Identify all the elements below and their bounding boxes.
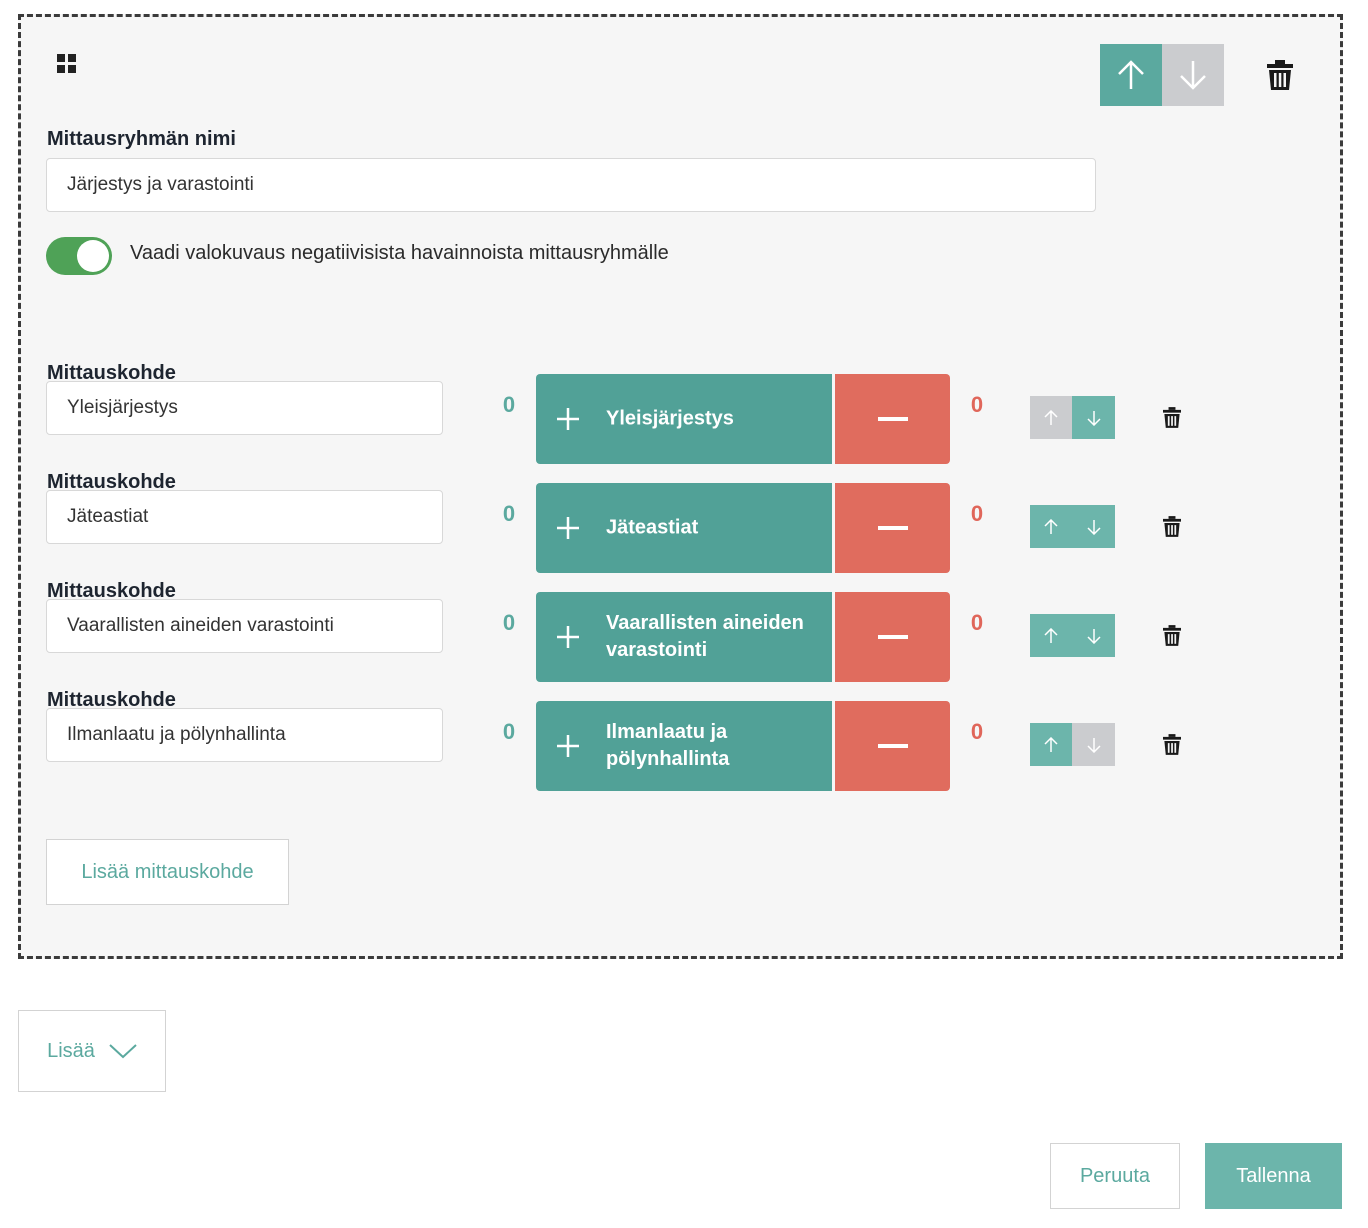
trash-icon	[1163, 407, 1181, 428]
measurement-item: Mittauskohde Jäteastiat 0 Jäteastiat 0	[21, 471, 1340, 580]
photo-required-toggle[interactable]	[46, 237, 112, 275]
minus-icon	[878, 526, 908, 530]
move-item-down-button[interactable]	[1072, 614, 1115, 657]
trash-icon	[1163, 625, 1181, 646]
item-reorder-buttons	[1030, 614, 1115, 657]
delete-item-button[interactable]	[1163, 516, 1181, 542]
add-dropdown-button[interactable]: Lisää	[18, 1010, 166, 1092]
arrow-down-icon	[1086, 519, 1101, 535]
positive-observation-button[interactable]: Yleisjärjestys	[536, 374, 832, 464]
move-item-down-button[interactable]	[1072, 505, 1115, 548]
arrow-up-icon	[1044, 627, 1058, 643]
positive-count: 0	[502, 610, 516, 635]
negative-count: 0	[970, 501, 984, 526]
positive-button-label: Yleisjärjestys	[606, 407, 734, 430]
group-name-label: Mittausryhmän nimi	[47, 128, 236, 150]
arrow-up-icon	[1044, 409, 1058, 425]
minus-icon	[878, 635, 908, 639]
add-button-label: Lisää	[47, 1039, 95, 1062]
measurement-group: Mittausryhmän nimi Järjestys ja varastoi…	[18, 14, 1343, 959]
group-name-input[interactable]: Järjestys ja varastointi	[46, 158, 1096, 212]
item-reorder-buttons	[1030, 505, 1115, 548]
item-name-input[interactable]: Yleisjärjestys	[46, 381, 443, 435]
arrow-up-icon	[1044, 736, 1058, 752]
move-item-up-button[interactable]	[1030, 723, 1072, 766]
delete-item-button[interactable]	[1163, 625, 1181, 651]
minus-icon	[878, 417, 908, 421]
group-reorder-buttons	[1100, 44, 1224, 106]
chevron-down-icon	[109, 1044, 137, 1059]
move-item-down-button[interactable]	[1072, 396, 1115, 439]
move-group-down-button[interactable]	[1162, 44, 1224, 106]
arrow-down-icon	[1086, 410, 1101, 426]
delete-item-button[interactable]	[1163, 407, 1181, 433]
arrow-down-icon	[1086, 737, 1101, 753]
trash-icon	[1163, 516, 1181, 537]
arrow-up-icon	[1118, 60, 1144, 89]
grid-drag-icon[interactable]	[57, 54, 77, 74]
plus-icon	[557, 517, 579, 539]
photo-required-label: Vaadi valokuvaus negatiivisista havainno…	[130, 242, 669, 264]
item-name-input[interactable]: Vaarallisten aineiden varastointi	[46, 599, 443, 653]
move-item-down-button[interactable]	[1072, 723, 1115, 766]
positive-count: 0	[502, 501, 516, 526]
measurement-item: Mittauskohde Vaarallisten aineiden varas…	[21, 580, 1340, 689]
negative-observation-button[interactable]	[835, 483, 950, 573]
positive-count: 0	[502, 392, 516, 417]
arrow-down-icon	[1180, 61, 1206, 90]
positive-button-label: Ilmanlaatu ja pölynhallinta	[606, 721, 730, 770]
arrow-down-icon	[1086, 628, 1101, 644]
negative-observation-button[interactable]	[835, 592, 950, 682]
positive-observation-button[interactable]: Ilmanlaatu ja pölynhallinta	[536, 701, 832, 791]
positive-count: 0	[502, 719, 516, 744]
positive-observation-button[interactable]: Vaarallisten aineiden varastointi	[536, 592, 832, 682]
move-item-up-button[interactable]	[1030, 396, 1072, 439]
item-name-input[interactable]: Jäteastiat	[46, 490, 443, 544]
negative-observation-button[interactable]	[835, 701, 950, 791]
move-item-up-button[interactable]	[1030, 505, 1072, 548]
save-button[interactable]: Tallenna	[1205, 1143, 1342, 1209]
plus-icon	[557, 408, 579, 430]
move-group-up-button[interactable]	[1100, 44, 1162, 106]
arrow-up-icon	[1044, 518, 1058, 534]
add-measurement-item-button[interactable]: Lisää mittauskohde	[46, 839, 289, 905]
negative-count: 0	[970, 392, 984, 417]
move-item-up-button[interactable]	[1030, 614, 1072, 657]
measurement-item: Mittauskohde Yleisjärjestys 0 Yleisjärje…	[21, 362, 1340, 471]
item-name-input[interactable]: Ilmanlaatu ja pölynhallinta	[46, 708, 443, 762]
trash-icon	[1163, 734, 1181, 755]
positive-button-label: Jäteastiat	[606, 516, 699, 539]
measurement-item: Mittauskohde Ilmanlaatu ja pölynhallinta…	[21, 689, 1340, 798]
negative-observation-button[interactable]	[835, 374, 950, 464]
delete-group-button[interactable]	[1267, 60, 1293, 95]
cancel-button[interactable]: Peruuta	[1050, 1143, 1180, 1209]
plus-icon	[557, 735, 579, 757]
negative-count: 0	[970, 610, 984, 635]
plus-icon	[557, 626, 579, 648]
trash-icon	[1267, 60, 1293, 90]
item-reorder-buttons	[1030, 723, 1115, 766]
item-reorder-buttons	[1030, 396, 1115, 439]
minus-icon	[878, 744, 908, 748]
toggle-knob	[77, 240, 109, 272]
positive-observation-button[interactable]: Jäteastiat	[536, 483, 832, 573]
positive-button-label: Vaarallisten aineiden varastointi	[606, 612, 804, 661]
delete-item-button[interactable]	[1163, 734, 1181, 760]
negative-count: 0	[970, 719, 984, 744]
